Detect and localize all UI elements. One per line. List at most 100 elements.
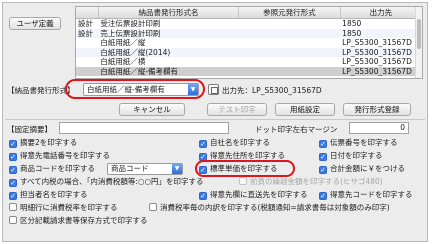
table-cell-kind xyxy=(76,57,98,67)
option-invoice-method[interactable]: 区分記載請求書等保存方式で印字する xyxy=(9,216,148,226)
checkbox-icon[interactable] xyxy=(9,203,17,211)
paper-setting-button[interactable]: 用紙設定 xyxy=(275,103,335,116)
option-line-tax-rate[interactable]: 明細行に消費税率を印字する xyxy=(9,203,118,213)
option-date[interactable]: ✓ 日付を印字する xyxy=(319,151,383,161)
table-header-output[interactable]: 出力先 xyxy=(340,7,422,19)
table-row[interactable]: 白紙用紙／縦(2014) LP_S5300_31567D xyxy=(76,47,422,57)
table-cell-output: LP_S5300_31567D xyxy=(340,66,422,76)
option-label: 日付を印字する xyxy=(330,151,383,160)
table-cell-reference xyxy=(238,66,341,76)
option-label: 得意先欄に直送先を印字する xyxy=(210,190,308,199)
table-cell-reference xyxy=(239,38,341,48)
option-direct-ship[interactable]: ✓ 得意先欄に直送先を印字する xyxy=(199,190,308,200)
option-label: 前頁の繰越金額を印字する(ヒサゴ480) xyxy=(250,177,383,186)
table-cell-output: 1850 xyxy=(340,28,422,38)
option-slip-number[interactable]: ✓ 伝票番号を印字する xyxy=(319,138,398,148)
table-header-row: 納品書発行形式名 参照元発行形式 出力先 xyxy=(76,7,422,19)
table-cell-kind xyxy=(76,66,99,76)
table-cell-kind: 設計 xyxy=(78,19,93,28)
option-label: 伝票番号を印字する xyxy=(330,138,398,147)
checkbox-icon[interactable]: ✓ xyxy=(319,153,327,161)
option-inclusive-tax[interactable]: ✓ すべて内税の場合、「内消費税額等:○○円」を印字する xyxy=(9,177,204,187)
option-staff-name[interactable]: ✓ 担当者名を印字する xyxy=(9,190,88,200)
format-table[interactable]: 納品書発行形式名 参照元発行形式 出力先 設計 受注伝票設計印刷 1850 設計… xyxy=(75,6,423,79)
table-cell-reference xyxy=(239,57,341,67)
option-tax-breakdown[interactable]: 消費税率毎の内訳を印字する(税額通知=請求書毎は対象額のみ印字) xyxy=(149,203,390,213)
chevron-down-icon: ▼ xyxy=(172,164,182,174)
option-carryover[interactable]: 前頁の繰越金額を印字する(ヒサゴ480) xyxy=(239,177,383,187)
option-label: 消費税率毎の内訳を印字する(税額通知=請求書毎は対象額のみ印字) xyxy=(160,203,390,212)
highlight-format-select xyxy=(65,79,205,99)
table-row[interactable]: 白紙用紙／横 LP_S5300_31567D xyxy=(76,57,422,67)
option-label: すべて内税の場合、「内消費税額等:○○円」を印字する xyxy=(20,177,204,186)
checkbox-icon[interactable]: ✓ xyxy=(9,153,17,161)
table-header-name[interactable]: 納品書発行形式名 xyxy=(98,7,240,19)
table-cell-output: 1850 xyxy=(342,19,362,28)
option-label: 得意先電話番号を印字する xyxy=(20,151,110,160)
option-customer-code[interactable]: ✓ 得意先コードを印字する xyxy=(319,190,413,200)
option-yen-mark[interactable]: ✓ 合計金額に￥をつける xyxy=(319,164,405,174)
checkbox-icon[interactable]: ✓ xyxy=(9,166,17,174)
table-header-reference[interactable]: 参照元発行形式 xyxy=(238,7,341,19)
table-row[interactable]: 設計 売上伝票設計印刷 1850 xyxy=(76,28,422,38)
table-header-blank xyxy=(76,7,99,19)
table-cell-name: 白紙用紙／横 xyxy=(100,57,146,66)
table-scroll-thumb[interactable] xyxy=(417,19,421,49)
option-label: 得意先コードを印字する xyxy=(330,190,413,199)
dot-margin-label: ドット印字左右マージン xyxy=(255,125,338,134)
table-cell-name: 白紙用紙／縦-備考欄有 xyxy=(98,66,239,76)
option-label: 合計金額に￥をつける xyxy=(330,164,405,173)
option-customer-phone[interactable]: ✓ 得意先電話番号を印字する xyxy=(9,151,110,161)
checkbox-icon[interactable]: ✓ xyxy=(199,192,207,200)
table-cell-reference xyxy=(238,28,341,38)
option-label: 自社名を印字する xyxy=(210,138,270,147)
table-cell-output: LP_S5300_31567D xyxy=(340,47,422,57)
table-cell-output: LP_S5300_31567D xyxy=(342,38,412,47)
register-format-button[interactable]: 発行形式登録 xyxy=(343,103,411,116)
checkbox-icon[interactable] xyxy=(239,177,247,185)
option-label: 区分記載請求書等保存方式で印字する xyxy=(20,216,148,225)
table-row-selected[interactable]: 白紙用紙／縦-備考欄有 LP_S5300_31567D xyxy=(76,66,422,76)
option-label: 担当者名を印字する xyxy=(20,190,88,199)
highlight-standard-price xyxy=(195,160,295,177)
checkbox-icon[interactable]: ✓ xyxy=(319,166,327,174)
product-code-select[interactable]: 商品コード ▼ xyxy=(107,163,183,175)
fixed-summary-input[interactable] xyxy=(59,122,229,134)
product-code-select-value: 商品コード xyxy=(111,164,149,173)
option-product-code[interactable]: ✓ 商品コードを印字する xyxy=(9,164,95,174)
option-summary2[interactable]: ✓ 摘要2を印字する xyxy=(9,138,77,148)
user-definition-button[interactable]: ユーザ定義 xyxy=(9,17,61,30)
table-cell-kind xyxy=(76,47,99,57)
checkbox-icon[interactable] xyxy=(9,216,17,224)
form-panel: ユーザ定義 納品書発行形式名 参照元発行形式 出力先 設計 受注伝票設計印刷 1… xyxy=(2,2,428,242)
table-cell-kind xyxy=(76,38,98,48)
table-cell-name: 白紙用紙／縦(2014) xyxy=(98,47,239,57)
checkbox-icon[interactable]: ✓ xyxy=(9,140,17,148)
option-label: 摘要2を印字する xyxy=(20,138,78,147)
option-label: 明細行に消費税率を印字する xyxy=(20,203,118,212)
table-cell-reference xyxy=(239,19,341,29)
checkbox-icon[interactable]: ✓ xyxy=(319,192,327,200)
checkbox-icon[interactable]: ✓ xyxy=(9,179,17,187)
table-row[interactable]: 設計 受注伝票設計印刷 1850 xyxy=(76,19,422,29)
checkbox-icon[interactable]: ✓ xyxy=(9,192,17,200)
dot-margin-input[interactable]: 0 xyxy=(349,122,409,134)
option-label: 商品コードを印字する xyxy=(20,164,95,173)
table-cell-name: 売上伝票設計印刷 xyxy=(98,28,239,38)
fixed-summary-label: 【固定摘要】 xyxy=(7,125,52,134)
table-scrollbar[interactable] xyxy=(415,7,422,78)
table-cell-output: LP_S5300_31567D xyxy=(342,57,412,66)
document-icon[interactable] xyxy=(208,84,219,95)
checkbox-icon[interactable]: ✓ xyxy=(319,140,327,148)
checkbox-icon[interactable]: ✓ xyxy=(199,140,207,148)
table-cell-reference xyxy=(238,47,341,57)
divider xyxy=(5,119,425,120)
cancel-button[interactable]: キャンセル xyxy=(119,103,185,116)
table-row[interactable]: 白紙用紙／縦 LP_S5300_31567D xyxy=(76,38,422,48)
option-company-name[interactable]: ✓ 自社名を印字する xyxy=(199,138,270,148)
test-print-button[interactable]: テスト印字 xyxy=(207,103,267,116)
table-cell-name: 白紙用紙／縦 xyxy=(100,38,146,47)
option-label: 得意先住所を印字する xyxy=(210,151,285,160)
checkbox-icon[interactable] xyxy=(149,203,157,211)
output-label: 出力先：LP_S5300_31567D xyxy=(222,86,322,95)
